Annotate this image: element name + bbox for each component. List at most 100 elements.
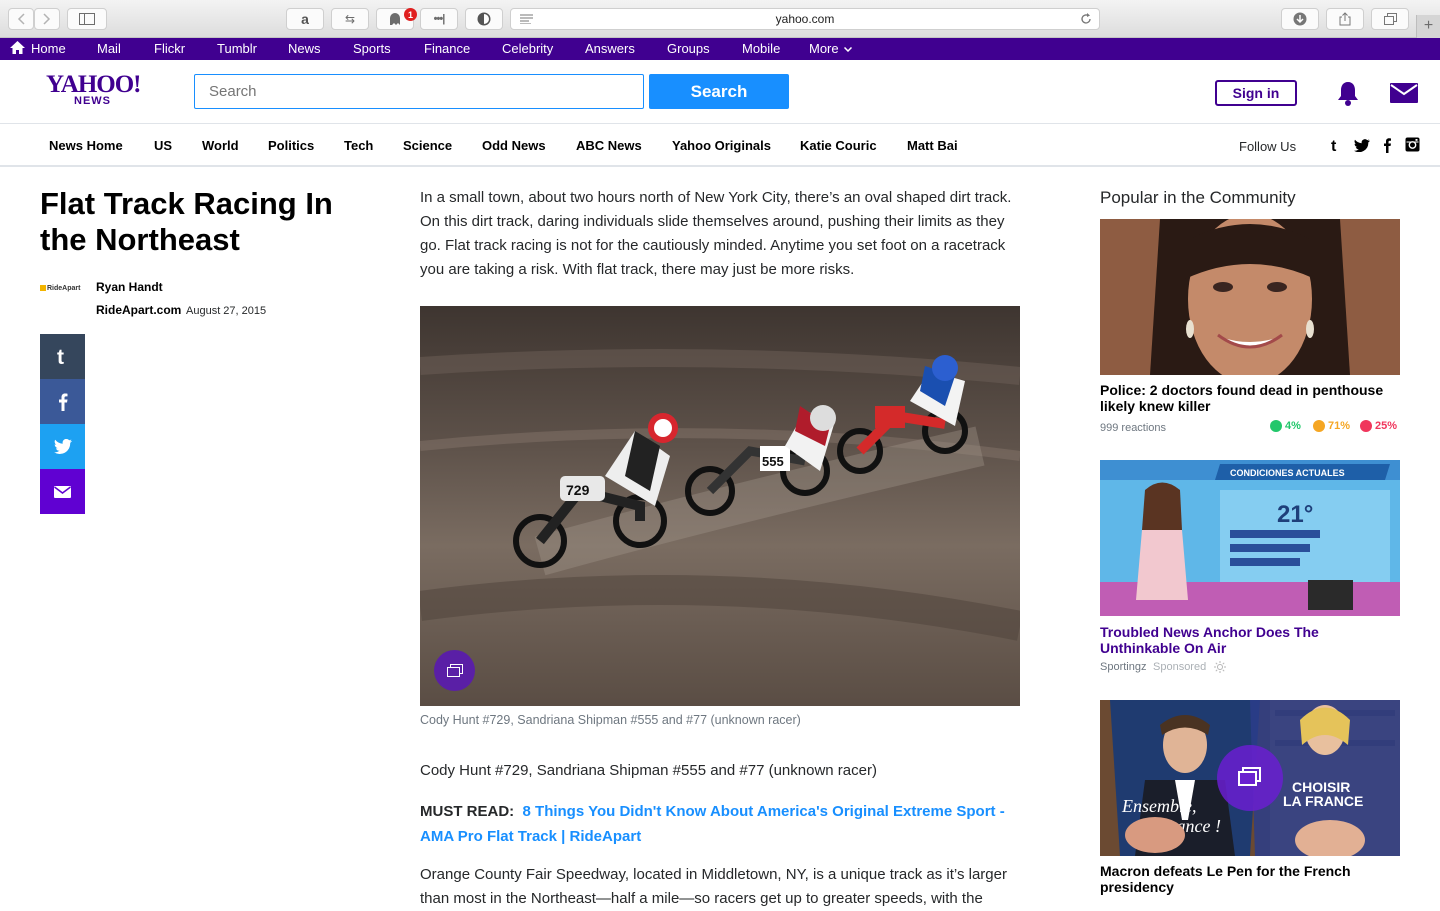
reaction-neutral-value: 71% xyxy=(1328,420,1351,432)
plus-icon: + xyxy=(1423,17,1434,34)
share-button[interactable] xyxy=(1326,8,1364,30)
topnav-finance[interactable]: Finance xyxy=(424,41,470,56)
facebook-icon xyxy=(58,393,67,411)
secnav-matt-bai[interactable]: Matt Bai xyxy=(907,138,958,153)
twitter-icon xyxy=(53,439,72,454)
privacy-extension-button[interactable] xyxy=(465,8,503,30)
topnav-mail[interactable]: Mail xyxy=(97,41,121,56)
share-icon xyxy=(1339,12,1351,26)
card-3-image[interactable]: CHOISIR LA FRANCE Ensemble, la France ! xyxy=(1100,700,1400,856)
more-extensions-button[interactable]: •••| xyxy=(420,8,458,30)
yahoo-news-logo[interactable]: YAHOO! NEWS xyxy=(46,72,141,108)
secnav-tech[interactable]: Tech xyxy=(344,138,373,153)
image-caption: Cody Hunt #729, Sandriana Shipman #555 a… xyxy=(420,713,801,727)
reaction-sad[interactable]: 25% xyxy=(1360,420,1397,432)
secnav-yahoo-originals[interactable]: Yahoo Originals xyxy=(672,138,771,153)
gallery-icon xyxy=(446,664,463,677)
author-name[interactable]: Ryan Handt xyxy=(96,280,163,294)
amazon-extension-button[interactable]: a xyxy=(286,8,324,30)
weather-temp: 21° xyxy=(1277,501,1313,528)
article-source[interactable]: RideApart.com xyxy=(96,303,181,317)
reaction-sad-value: 25% xyxy=(1375,420,1398,432)
election-posters-photo: CHOISIR LA FRANCE Ensemble, la France ! xyxy=(1100,700,1400,856)
card-3-title[interactable]: Macron defeats Le Pen for the French pre… xyxy=(1100,863,1400,895)
back-button[interactable] xyxy=(8,8,34,30)
must-read: MUST READ: 8 Things You Didn't Know Abou… xyxy=(420,799,1020,849)
secnav-abc-news[interactable]: ABC News xyxy=(576,138,642,153)
share-tumblr-button[interactable]: t xyxy=(40,334,85,379)
reaction-happy-value: 4% xyxy=(1285,420,1301,432)
home-icon xyxy=(10,41,25,54)
topnav-mobile[interactable]: Mobile xyxy=(742,41,780,56)
search-input[interactable] xyxy=(194,74,644,109)
secnav-news-home[interactable]: News Home xyxy=(49,138,123,153)
secnav-katie-couric[interactable]: Katie Couric xyxy=(800,138,877,153)
article-date: August 27, 2015 xyxy=(186,305,267,317)
topnav-sports[interactable]: Sports xyxy=(353,41,391,56)
ad-info-icon[interactable] xyxy=(1214,661,1226,673)
amazon-icon: a xyxy=(301,11,309,27)
share-twitter-button[interactable] xyxy=(40,424,85,469)
chevron-right-icon xyxy=(43,13,51,25)
sad-face-icon xyxy=(1360,420,1372,432)
secnav-world[interactable]: World xyxy=(202,138,239,153)
popular-community-title: Popular in the Community xyxy=(1100,188,1296,207)
card-2-title[interactable]: Troubled News Anchor Does The Unthinkabl… xyxy=(1100,624,1400,656)
secnav-science[interactable]: Science xyxy=(403,138,452,153)
card-1-image[interactable] xyxy=(1100,219,1400,375)
bell-icon[interactable] xyxy=(1335,80,1361,106)
sign-in-button[interactable]: Sign in xyxy=(1215,80,1297,106)
topnav-more[interactable]: More xyxy=(809,41,839,56)
reaction-neutral[interactable]: 71% xyxy=(1313,420,1350,432)
swap-arrows-icon: ⇆ xyxy=(344,12,356,26)
tabs-overview-button[interactable] xyxy=(1371,8,1409,30)
sidebar-toggle-button[interactable] xyxy=(67,8,107,30)
topnav-answers[interactable]: Answers xyxy=(585,41,635,56)
tumblr-icon[interactable]: t xyxy=(1331,137,1341,153)
facebook-icon[interactable] xyxy=(1383,137,1391,153)
search-button[interactable]: Search xyxy=(649,74,789,109)
topnav-celebrity[interactable]: Celebrity xyxy=(502,41,553,56)
svg-text:LA FRANCE: LA FRANCE xyxy=(1283,793,1363,809)
forward-button[interactable] xyxy=(34,8,60,30)
topnav-groups[interactable]: Groups xyxy=(667,41,710,56)
card-1-reactions[interactable]: 999 reactions xyxy=(1100,422,1166,434)
instagram-icon[interactable] xyxy=(1405,137,1420,152)
extension-badge: 1 xyxy=(404,8,417,21)
share-email-button[interactable] xyxy=(40,469,85,514)
section-nav: News Home US World Politics Tech Science… xyxy=(0,124,1440,167)
reload-icon[interactable] xyxy=(1080,13,1092,25)
tabs-icon xyxy=(1383,13,1397,25)
card-2-image[interactable]: CONDICIONES ACTUALES 21° xyxy=(1100,460,1400,616)
logo-sub: NEWS xyxy=(74,95,111,107)
new-tab-button[interactable]: + xyxy=(1416,15,1440,38)
secnav-us[interactable]: US xyxy=(154,138,172,153)
svg-text:555: 555 xyxy=(762,454,784,469)
share-facebook-button[interactable] xyxy=(40,379,85,424)
yahoo-top-nav: Home Mail Flickr Tumblr News Sports Fina… xyxy=(0,38,1440,60)
card-1-title[interactable]: Police: 2 doctors found dead in penthous… xyxy=(1100,382,1400,414)
address-bar[interactable]: yahoo.com xyxy=(510,8,1100,30)
mail-icon[interactable] xyxy=(1390,83,1418,103)
downloads-button[interactable] xyxy=(1281,8,1319,30)
extension-arrows-button[interactable]: ⇆ xyxy=(331,8,369,30)
reaction-happy[interactable]: 4% xyxy=(1270,420,1301,432)
woman-portrait-photo xyxy=(1100,219,1400,375)
card-2-sponsored-label: Sponsored xyxy=(1153,661,1207,673)
article-paragraph-2: Cody Hunt #729, Sandriana Shipman #555 a… xyxy=(420,762,877,779)
neutral-face-icon xyxy=(1313,420,1325,432)
provider-logo[interactable]: RideApart xyxy=(40,285,80,292)
download-icon xyxy=(1293,12,1307,26)
card-2-sponsor[interactable]: Sportingz xyxy=(1100,661,1146,673)
topnav-home[interactable]: Home xyxy=(31,41,66,56)
article-intro: In a small town, about two hours north o… xyxy=(420,189,1012,278)
twitter-icon[interactable] xyxy=(1354,139,1370,152)
secnav-politics[interactable]: Politics xyxy=(268,138,314,153)
svg-text:t: t xyxy=(1331,138,1337,153)
topnav-news[interactable]: News xyxy=(288,41,321,56)
topnav-flickr[interactable]: Flickr xyxy=(154,41,185,56)
open-gallery-button[interactable] xyxy=(434,650,475,691)
secnav-odd-news[interactable]: Odd News xyxy=(482,138,546,153)
topnav-tumblr[interactable]: Tumblr xyxy=(217,41,257,56)
hero-image[interactable]: 729 555 xyxy=(420,306,1020,706)
